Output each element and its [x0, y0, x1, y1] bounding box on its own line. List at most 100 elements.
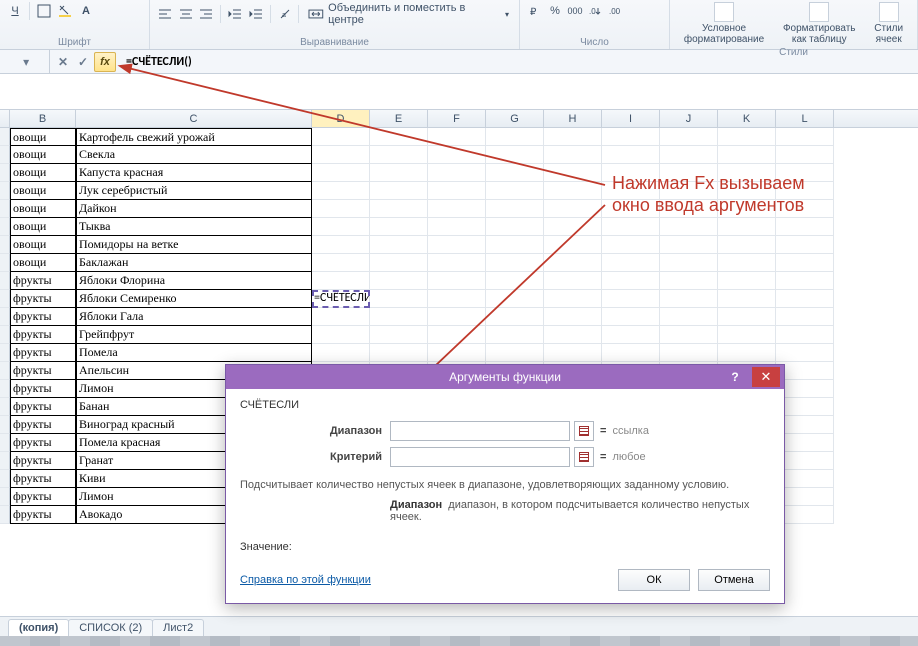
- column-header[interactable]: C: [76, 110, 312, 127]
- cell[interactable]: [312, 236, 370, 254]
- name-box[interactable]: ▾: [0, 50, 50, 73]
- cell[interactable]: Лук серебристый: [76, 182, 312, 200]
- cell[interactable]: [602, 308, 660, 326]
- cell[interactable]: [718, 344, 776, 362]
- cell[interactable]: [544, 164, 602, 182]
- cell[interactable]: фрукты: [10, 290, 76, 308]
- cell[interactable]: [776, 290, 834, 308]
- align-center-button[interactable]: [177, 5, 195, 23]
- cell[interactable]: [486, 200, 544, 218]
- cell[interactable]: [602, 344, 660, 362]
- cell[interactable]: [544, 236, 602, 254]
- cell[interactable]: [660, 128, 718, 146]
- cell[interactable]: [602, 128, 660, 146]
- cell[interactable]: [370, 218, 428, 236]
- cell[interactable]: [776, 272, 834, 290]
- column-header[interactable]: I: [602, 110, 660, 127]
- cell[interactable]: Тыква: [76, 218, 312, 236]
- cell[interactable]: [718, 308, 776, 326]
- cell[interactable]: [486, 344, 544, 362]
- cell[interactable]: [544, 344, 602, 362]
- cancel-button[interactable]: Отмена: [698, 569, 770, 591]
- sheet-tab[interactable]: Лист2: [152, 619, 204, 636]
- cell[interactable]: [776, 344, 834, 362]
- cell[interactable]: фрукты: [10, 506, 76, 524]
- cell[interactable]: [370, 290, 428, 308]
- cell[interactable]: [660, 218, 718, 236]
- cell[interactable]: [312, 128, 370, 146]
- cell[interactable]: [312, 182, 370, 200]
- format-as-table-button[interactable]: Форматировать как таблицу: [779, 2, 860, 45]
- dec-dec-button[interactable]: .00: [606, 2, 624, 20]
- cell[interactable]: [370, 254, 428, 272]
- cell[interactable]: [544, 254, 602, 272]
- cell[interactable]: [602, 290, 660, 308]
- cell[interactable]: [776, 236, 834, 254]
- cell[interactable]: [776, 308, 834, 326]
- column-header[interactable]: B: [10, 110, 76, 127]
- cell[interactable]: [776, 254, 834, 272]
- cell[interactable]: [370, 200, 428, 218]
- cell[interactable]: [718, 236, 776, 254]
- cell[interactable]: [312, 200, 370, 218]
- formula-accept-button[interactable]: ✓: [74, 53, 92, 71]
- cell[interactable]: овощи: [10, 200, 76, 218]
- cell[interactable]: [312, 308, 370, 326]
- cell[interactable]: [544, 200, 602, 218]
- ok-button[interactable]: ОК: [618, 569, 690, 591]
- cell[interactable]: [486, 272, 544, 290]
- dialog-help-link[interactable]: Справка по этой функции: [240, 574, 371, 586]
- cell[interactable]: [428, 218, 486, 236]
- cell[interactable]: [312, 218, 370, 236]
- cell[interactable]: [486, 236, 544, 254]
- align-right-button[interactable]: [198, 5, 216, 23]
- cell[interactable]: [486, 218, 544, 236]
- cell[interactable]: Картофель свежий урожай: [76, 128, 312, 146]
- cell[interactable]: [544, 272, 602, 290]
- cell[interactable]: [486, 164, 544, 182]
- column-header[interactable]: K: [718, 110, 776, 127]
- cell[interactable]: Грейпфрут: [76, 326, 312, 344]
- cell[interactable]: [428, 128, 486, 146]
- cell[interactable]: овощи: [10, 182, 76, 200]
- cell[interactable]: [370, 308, 428, 326]
- cell[interactable]: [602, 236, 660, 254]
- cell[interactable]: [428, 272, 486, 290]
- cell[interactable]: [602, 218, 660, 236]
- font-color-button[interactable]: A: [77, 2, 95, 20]
- cell[interactable]: [312, 344, 370, 362]
- cell[interactable]: [544, 128, 602, 146]
- cell[interactable]: [428, 308, 486, 326]
- cell[interactable]: фрукты: [10, 488, 76, 506]
- cell[interactable]: [428, 254, 486, 272]
- cell[interactable]: [370, 326, 428, 344]
- cell[interactable]: [776, 128, 834, 146]
- cell[interactable]: фрукты: [10, 398, 76, 416]
- sheet-tab[interactable]: (копия): [8, 619, 69, 636]
- cell[interactable]: [428, 326, 486, 344]
- border-button[interactable]: [35, 2, 53, 20]
- orientation-button[interactable]: a: [276, 5, 294, 23]
- column-header[interactable]: F: [428, 110, 486, 127]
- cell[interactable]: [718, 146, 776, 164]
- column-header[interactable]: L: [776, 110, 834, 127]
- cell[interactable]: [370, 146, 428, 164]
- column-header[interactable]: J: [660, 110, 718, 127]
- cell[interactable]: [370, 182, 428, 200]
- cell[interactable]: [312, 326, 370, 344]
- cell[interactable]: Помела: [76, 344, 312, 362]
- cell[interactable]: [718, 128, 776, 146]
- cell[interactable]: фрукты: [10, 326, 76, 344]
- cell[interactable]: фрукты: [10, 344, 76, 362]
- percent-button[interactable]: %: [546, 2, 564, 20]
- cell[interactable]: [544, 218, 602, 236]
- conditional-format-button[interactable]: Условное форматирование: [680, 2, 768, 45]
- cell[interactable]: фрукты: [10, 362, 76, 380]
- cell[interactable]: Яблоки Флорина: [76, 272, 312, 290]
- cell[interactable]: овощи: [10, 128, 76, 146]
- cell[interactable]: [428, 236, 486, 254]
- cell[interactable]: [428, 200, 486, 218]
- cell[interactable]: фрукты: [10, 380, 76, 398]
- cell[interactable]: Яблоки Гала: [76, 308, 312, 326]
- cell[interactable]: [544, 146, 602, 164]
